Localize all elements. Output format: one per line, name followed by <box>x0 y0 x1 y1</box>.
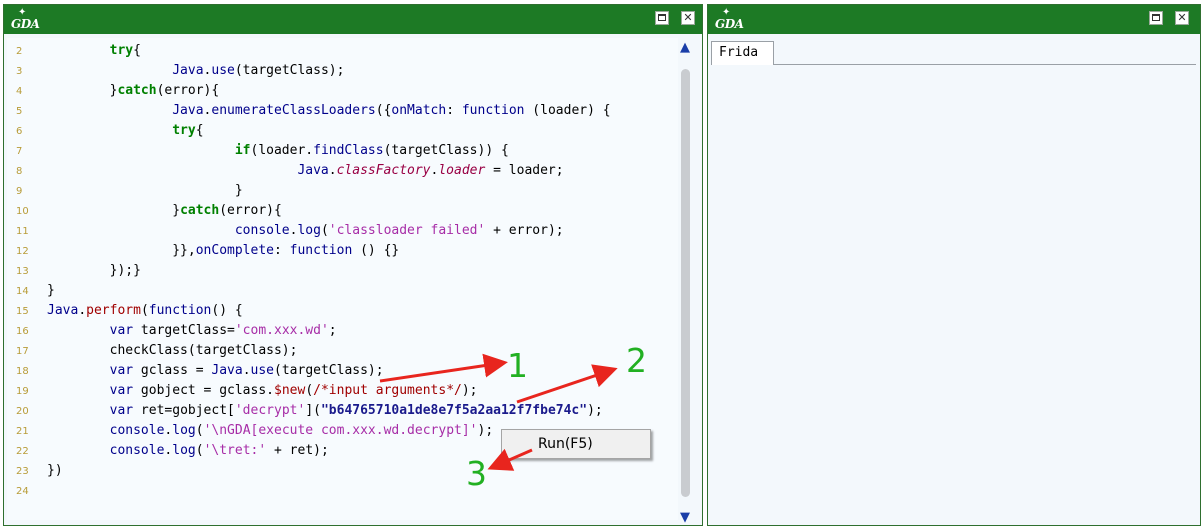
arrow-2 <box>516 364 618 404</box>
arrow-1 <box>379 353 508 383</box>
annotation-number-1: 1 <box>507 346 528 385</box>
arrow-3 <box>487 448 533 471</box>
annotation-number-2: 2 <box>626 341 647 380</box>
annotation-number-3: 3 <box>466 454 487 493</box>
annotation-arrows <box>379 353 618 471</box>
